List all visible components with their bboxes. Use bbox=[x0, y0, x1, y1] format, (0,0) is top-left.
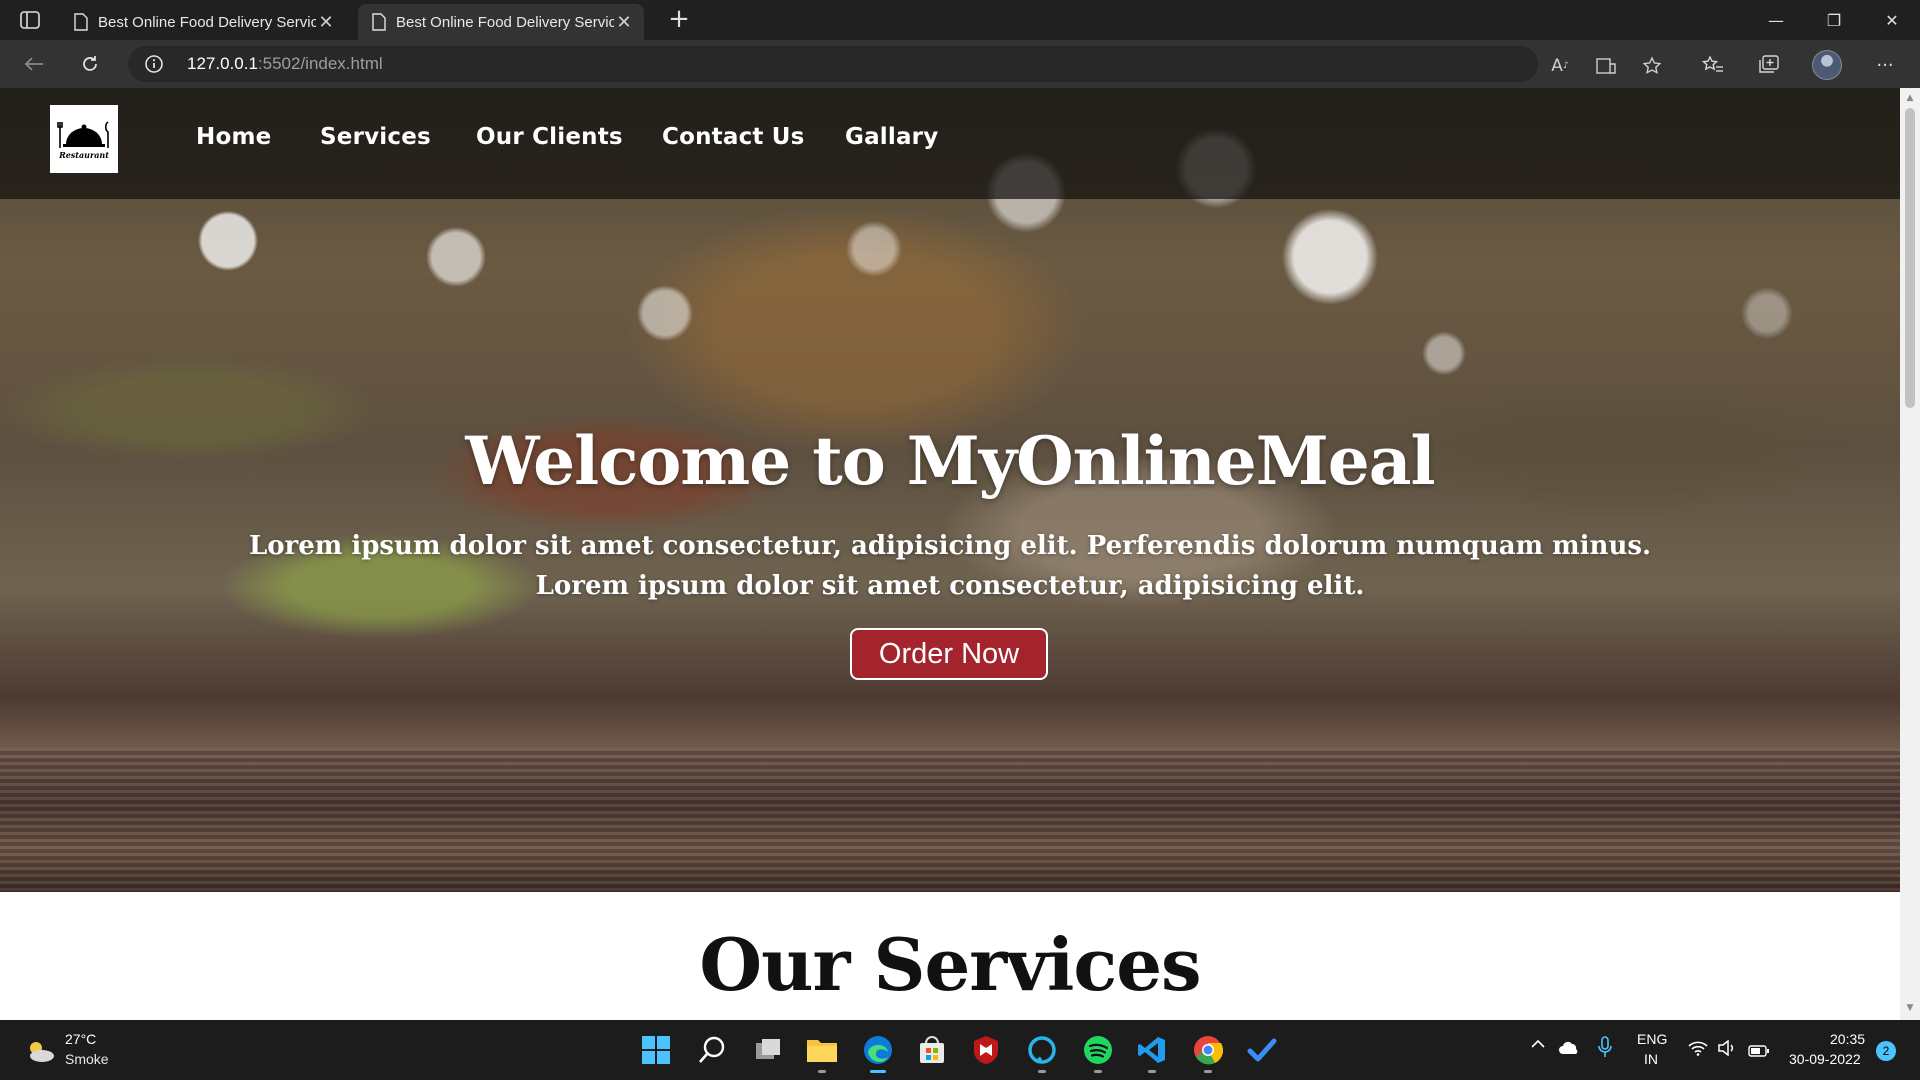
tab-close-icon[interactable]: ✕ bbox=[316, 12, 336, 33]
notification-badge[interactable]: 2 bbox=[1876, 1041, 1896, 1061]
nav-services[interactable]: Services bbox=[320, 124, 431, 150]
address-bar[interactable]: 127.0.0.1:5502/index.html A ♪ bbox=[128, 46, 1662, 82]
more-options-icon[interactable]: ··· bbox=[1872, 52, 1898, 78]
store-icon[interactable] bbox=[914, 1032, 950, 1068]
hero-subtitle-line-1: Lorem ipsum dolor sit amet consectetur, … bbox=[248, 531, 1652, 561]
todo-icon[interactable] bbox=[1244, 1032, 1280, 1068]
active-indicator bbox=[870, 1070, 886, 1073]
windows-taskbar: 27°C Smoke ENG IN 20:35 30-09-2022 2 bbox=[0, 1020, 1920, 1080]
browser-tab-2[interactable]: Best Online Food Delivery Servic ✕ bbox=[358, 4, 644, 40]
site-header bbox=[0, 88, 1900, 199]
start-icon[interactable] bbox=[638, 1032, 674, 1068]
restore-button[interactable]: ❐ bbox=[1806, 0, 1862, 40]
browser-title-bar: Best Online Food Delivery Servic ✕ Best … bbox=[0, 0, 1920, 40]
page-viewport: Restaurant Home Services Our Clients Con… bbox=[0, 88, 1900, 1020]
profile-avatar[interactable] bbox=[1812, 50, 1842, 80]
services-heading: Our Services bbox=[699, 922, 1201, 1007]
url-path: :5502/index.html bbox=[257, 54, 383, 73]
show-hidden-icons-icon[interactable] bbox=[1530, 1036, 1546, 1056]
hero-subtitle-line-2: Lorem ipsum dolor sit amet consectetur, … bbox=[535, 571, 1365, 601]
running-indicator bbox=[1038, 1070, 1046, 1073]
weather-icon[interactable] bbox=[24, 1038, 56, 1064]
wifi-icon[interactable] bbox=[1688, 1040, 1708, 1060]
immersive-reader-icon[interactable] bbox=[1594, 54, 1618, 78]
hero-subtitle: Lorem ipsum dolor sit amet consectetur, … bbox=[0, 526, 1900, 606]
browser-toolbar: 127.0.0.1:5502/index.html A ♪ ··· bbox=[0, 40, 1920, 88]
clock-date[interactable]: 30-09-2022 bbox=[1789, 1051, 1861, 1067]
language-indicator-top[interactable]: ENG bbox=[1637, 1031, 1667, 1047]
onedrive-icon[interactable] bbox=[1558, 1040, 1580, 1059]
tab-close-icon[interactable]: ✕ bbox=[614, 12, 634, 33]
volume-icon[interactable] bbox=[1718, 1039, 1738, 1060]
hero-title: Welcome to MyOnlineMeal bbox=[465, 422, 1435, 500]
read-aloud-icon[interactable]: A ♪ bbox=[1548, 54, 1572, 78]
tab-title: Best Online Food Delivery Servic bbox=[396, 13, 614, 31]
back-button[interactable] bbox=[18, 48, 50, 80]
weather-description[interactable]: Smoke bbox=[65, 1051, 109, 1067]
restaurant-logo[interactable]: Restaurant bbox=[50, 105, 118, 173]
hero-table-image bbox=[0, 748, 1900, 892]
scroll-down-icon[interactable]: ▼ bbox=[1904, 1002, 1916, 1014]
back-arrow-icon bbox=[24, 57, 43, 71]
site-info-icon[interactable] bbox=[144, 54, 164, 74]
url-host: 127.0.0.1 bbox=[187, 54, 258, 73]
nav-gallary[interactable]: Gallary bbox=[845, 124, 938, 150]
file-explorer-icon[interactable] bbox=[804, 1032, 840, 1073]
vscode-icon[interactable] bbox=[1134, 1032, 1170, 1073]
browser-tab-1[interactable]: Best Online Food Delivery Servic ✕ bbox=[60, 4, 346, 40]
favorites-icon[interactable] bbox=[1700, 52, 1726, 78]
running-indicator bbox=[1148, 1070, 1156, 1073]
running-indicator bbox=[1094, 1070, 1102, 1073]
refresh-icon bbox=[83, 56, 97, 71]
language-indicator-bottom[interactable]: IN bbox=[1644, 1051, 1658, 1067]
chrome-icon[interactable] bbox=[1190, 1032, 1226, 1073]
scroll-thumb[interactable] bbox=[1905, 108, 1915, 408]
microphone-icon[interactable] bbox=[1598, 1036, 1612, 1062]
running-indicator bbox=[818, 1070, 826, 1073]
running-indicator bbox=[1204, 1070, 1212, 1073]
search-icon[interactable] bbox=[694, 1032, 730, 1068]
nav-contact-us[interactable]: Contact Us bbox=[662, 124, 805, 150]
alexa-icon[interactable] bbox=[1024, 1032, 1060, 1073]
logo-text: Restaurant bbox=[59, 150, 109, 160]
mcafee-icon[interactable] bbox=[968, 1032, 1004, 1068]
cloche-icon bbox=[57, 121, 109, 148]
battery-icon[interactable] bbox=[1748, 1042, 1770, 1061]
order-now-button[interactable]: Order Now bbox=[850, 628, 1048, 680]
page-scrollbar[interactable]: ▲ ▼ bbox=[1900, 88, 1920, 1020]
weather-temperature[interactable]: 27°C bbox=[65, 1031, 96, 1047]
page-icon bbox=[372, 13, 386, 31]
tab-actions-icon[interactable] bbox=[12, 6, 48, 34]
new-tab-button[interactable]: + bbox=[664, 6, 694, 34]
scroll-up-icon[interactable]: ▲ bbox=[1904, 92, 1916, 104]
minimize-button[interactable]: — bbox=[1748, 0, 1804, 40]
tab-title: Best Online Food Delivery Servic bbox=[98, 13, 316, 31]
spotify-icon[interactable] bbox=[1080, 1032, 1116, 1073]
url-text[interactable]: 127.0.0.1:5502/index.html bbox=[187, 54, 383, 74]
page-icon bbox=[74, 13, 88, 31]
nav-home[interactable]: Home bbox=[196, 124, 271, 150]
nav-our-clients[interactable]: Our Clients bbox=[476, 124, 623, 150]
add-favorite-icon[interactable] bbox=[1640, 54, 1664, 78]
refresh-button[interactable] bbox=[74, 48, 106, 80]
collections-icon[interactable] bbox=[1756, 52, 1782, 78]
edge-icon[interactable] bbox=[860, 1032, 896, 1073]
close-window-button[interactable]: ✕ bbox=[1864, 0, 1920, 40]
task-view-icon[interactable] bbox=[750, 1032, 786, 1068]
clock-time[interactable]: 20:35 bbox=[1830, 1031, 1865, 1047]
